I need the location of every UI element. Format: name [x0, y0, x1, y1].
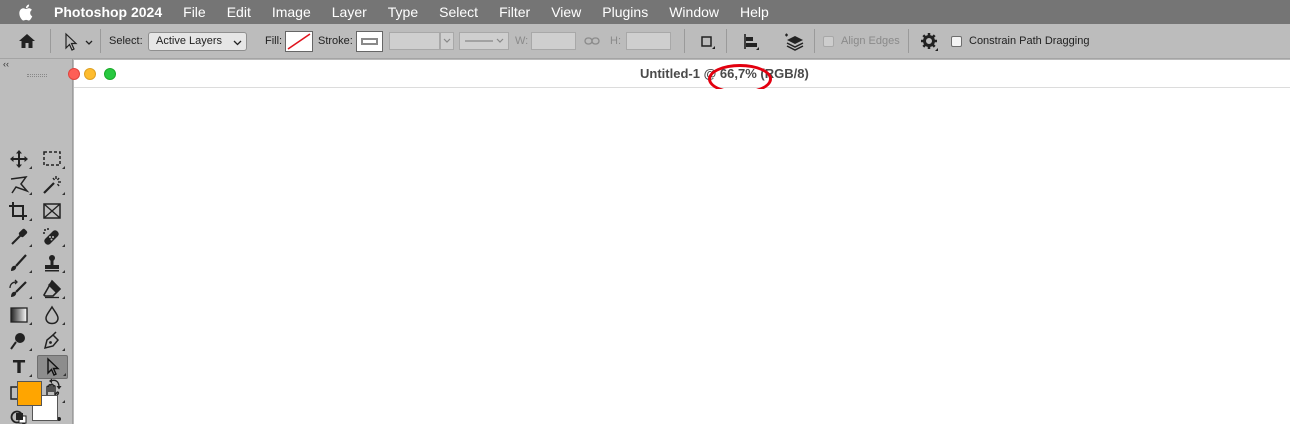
default-colors-icon[interactable] [15, 411, 27, 424]
gear-icon[interactable] [920, 32, 940, 55]
window-close-button[interactable] [68, 68, 80, 80]
lasso-tool-icon[interactable] [5, 173, 33, 197]
options-bar: Select: Active Layers Fill: Stroke: W: H… [0, 24, 1290, 59]
fill-swatch[interactable] [285, 31, 313, 52]
constrain-path-dragging-checkbox[interactable] [951, 36, 962, 47]
window-zoom-button[interactable] [104, 68, 116, 80]
height-label: H: [610, 35, 621, 47]
menu-filter[interactable]: Filter [499, 4, 530, 20]
path-arrangement-icon[interactable] [781, 31, 805, 56]
collapse-panel-icon[interactable]: ‹‹ [3, 59, 9, 69]
brush-tool-icon[interactable] [5, 251, 33, 275]
type-tool-icon[interactable]: T [5, 355, 33, 379]
menu-plugins[interactable]: Plugins [602, 4, 648, 20]
blur-tool-icon[interactable] [38, 303, 66, 327]
align-edges-label: Align Edges [841, 35, 900, 47]
menu-help[interactable]: Help [740, 4, 769, 20]
foreground-color-swatch[interactable] [17, 381, 42, 406]
canvas[interactable] [74, 89, 1290, 424]
menu-items: File Edit Image Layer Type Select Filter View Pl… [183, 4, 790, 20]
pen-tool-icon[interactable] [38, 329, 66, 353]
menu-bar: Photoshop 2024 File Edit Image Layer Type Sel… [0, 0, 1290, 24]
align-edges-checkbox[interactable] [823, 36, 834, 47]
menu-file[interactable]: File [183, 4, 206, 20]
eyedropper-tool-icon[interactable] [5, 225, 33, 249]
clone-stamp-tool-icon[interactable] [38, 251, 66, 275]
select-label: Select: [109, 35, 143, 47]
apple-menu-icon[interactable] [18, 4, 38, 21]
menu-view[interactable]: View [551, 4, 581, 20]
path-alignment-icon[interactable] [741, 32, 761, 55]
menu-layer[interactable]: Layer [332, 4, 367, 20]
home-icon[interactable] [17, 32, 37, 53]
dodge-tool-icon[interactable] [5, 329, 33, 353]
menu-window[interactable]: Window [669, 4, 719, 20]
direct-selection-tool-icon[interactable] [37, 355, 68, 379]
document-window: Untitled-1 @ 66,7% (RGB/8) [68, 60, 1290, 424]
path-selection-tool-preset-icon[interactable] [62, 32, 94, 55]
type-tool-glyph: T [12, 356, 26, 378]
chevron-down-icon [233, 37, 242, 49]
height-field[interactable] [626, 32, 671, 50]
width-label: W: [515, 35, 529, 47]
width-field[interactable] [531, 32, 576, 50]
select-layers-dropdown[interactable]: Active Layers [148, 32, 247, 51]
panel-grip[interactable] [27, 74, 47, 77]
magic-wand-tool-icon[interactable] [38, 173, 66, 197]
frame-tool-icon[interactable] [38, 199, 66, 223]
document-name: Untitled-1 [640, 66, 700, 81]
link-icon[interactable] [584, 34, 600, 51]
menu-image[interactable]: Image [272, 4, 311, 20]
gradient-tool-icon[interactable] [5, 303, 33, 327]
menu-edit[interactable]: Edit [227, 4, 251, 20]
menu-select[interactable]: Select [439, 4, 478, 20]
app-name-menu[interactable]: Photoshop 2024 [54, 4, 162, 20]
spot-healing-brush-tool-icon[interactable] [38, 225, 66, 249]
constrain-path-dragging-label: Constrain Path Dragging [969, 35, 1090, 47]
stroke-label: Stroke: [318, 35, 353, 47]
crop-tool-icon[interactable] [5, 199, 33, 223]
path-operations-icon[interactable] [699, 33, 717, 54]
stroke-type-dropdown[interactable] [459, 32, 509, 50]
eraser-tool-icon[interactable] [38, 277, 66, 301]
window-minimize-button[interactable] [84, 68, 96, 80]
select-layers-value: Active Layers [156, 35, 223, 47]
stroke-width-dropdown[interactable] [440, 32, 454, 50]
stroke-width-field[interactable] [389, 32, 440, 50]
rectangular-marquee-tool-icon[interactable] [38, 147, 66, 171]
history-brush-tool-icon[interactable] [5, 277, 33, 301]
move-tool-icon[interactable] [5, 147, 33, 171]
stroke-swatch[interactable] [356, 31, 383, 52]
toolbox-panel: ‹‹ T [0, 59, 73, 424]
swap-colors-icon[interactable] [48, 377, 62, 396]
menu-type[interactable]: Type [388, 4, 418, 20]
fill-label: Fill: [265, 35, 283, 47]
document-tab-bar[interactable]: Untitled-1 @ 66,7% (RGB/8) [68, 60, 1290, 94]
